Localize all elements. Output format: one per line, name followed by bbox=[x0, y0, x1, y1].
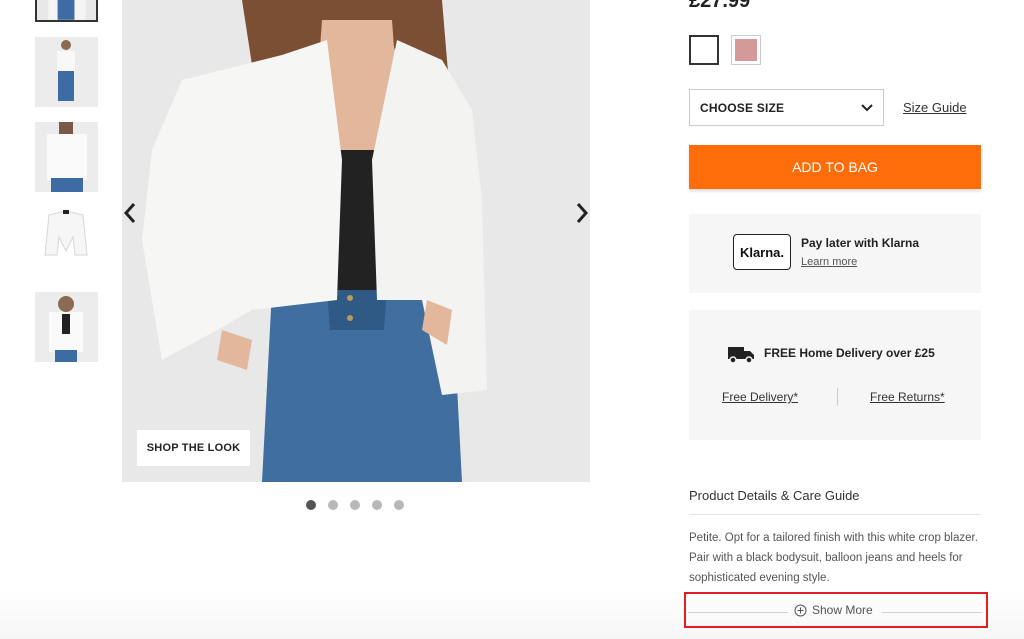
free-returns-link[interactable]: Free Returns* bbox=[870, 390, 945, 404]
show-more-highlight: Show More bbox=[684, 592, 988, 628]
klarna-logo: Klarna. bbox=[733, 234, 791, 270]
show-more-line-left bbox=[688, 612, 788, 613]
size-select-label: CHOOSE SIZE bbox=[700, 100, 785, 115]
delivery-title: FREE Home Delivery over £25 bbox=[764, 346, 935, 360]
color-swatch-white[interactable] bbox=[689, 35, 719, 65]
carousel-dots bbox=[306, 500, 404, 510]
klarna-title: Pay later with Klarna bbox=[801, 236, 920, 250]
klarna-panel: Klarna. Pay later with Klarna Learn more bbox=[689, 214, 981, 293]
product-photo bbox=[122, 0, 590, 482]
carousel-dot-3[interactable] bbox=[350, 500, 360, 510]
main-product-image[interactable]: SHOP THE LOOK bbox=[122, 0, 590, 482]
klarna-learn-more-link[interactable]: Learn more bbox=[801, 256, 857, 268]
show-more-line-right bbox=[882, 612, 982, 613]
size-select[interactable]: CHOOSE SIZE bbox=[689, 89, 884, 126]
plus-circle-icon bbox=[794, 604, 807, 616]
show-more-label: Show More bbox=[812, 603, 873, 617]
delivery-panel: FREE Home Delivery over £25 Free Deliver… bbox=[689, 310, 981, 440]
next-image-arrow[interactable] bbox=[570, 198, 594, 228]
chevron-left-icon bbox=[123, 203, 136, 223]
add-to-bag-button[interactable]: ADD TO BAG bbox=[689, 145, 981, 189]
thumbnail-5[interactable] bbox=[35, 292, 98, 362]
thumbnail-2[interactable] bbox=[35, 37, 98, 107]
delivery-divider bbox=[837, 388, 838, 406]
chevron-right-icon bbox=[576, 203, 589, 223]
product-details-heading[interactable]: Product Details & Care Guide bbox=[689, 488, 860, 503]
shop-the-look-button[interactable]: SHOP THE LOOK bbox=[137, 430, 250, 466]
carousel-dot-4[interactable] bbox=[372, 500, 382, 510]
product-description: Petite. Opt for a tailored finish with t… bbox=[689, 532, 978, 584]
thumbnail-3[interactable] bbox=[35, 122, 98, 192]
carousel-dot-1[interactable] bbox=[306, 500, 316, 510]
color-swatch-pink[interactable] bbox=[731, 35, 761, 65]
thumbnail-4[interactable] bbox=[35, 207, 98, 277]
carousel-dot-2[interactable] bbox=[328, 500, 338, 510]
size-guide-link[interactable]: Size Guide bbox=[903, 100, 967, 115]
thumbnail-1[interactable] bbox=[35, 0, 98, 22]
free-delivery-link[interactable]: Free Delivery* bbox=[722, 390, 798, 404]
show-more-button[interactable]: Show More bbox=[794, 603, 873, 617]
previous-image-arrow[interactable] bbox=[118, 198, 142, 228]
product-details-divider bbox=[689, 514, 981, 515]
delivery-truck-icon bbox=[728, 347, 754, 364]
product-price: £27.99 bbox=[689, 0, 751, 12]
chevron-down-icon bbox=[861, 103, 873, 111]
carousel-dot-5[interactable] bbox=[394, 500, 404, 510]
